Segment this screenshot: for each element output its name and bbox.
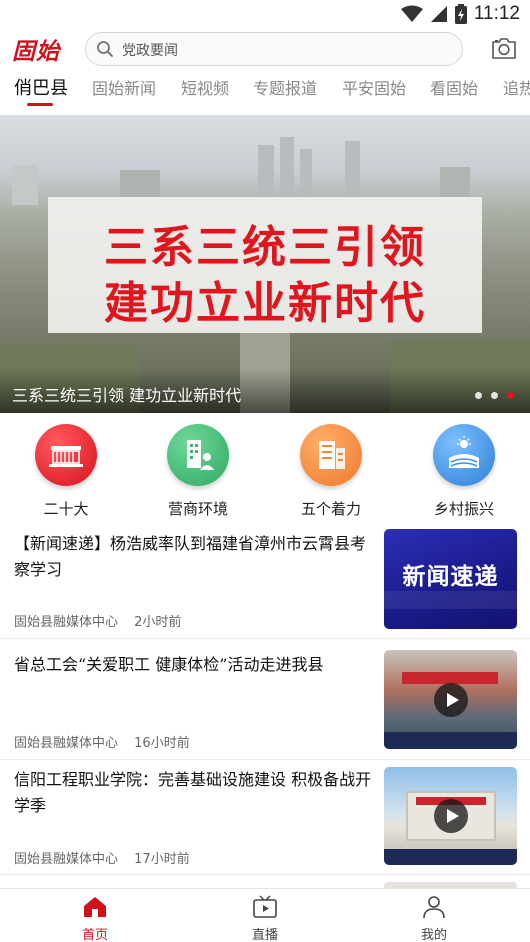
channel-tabs: 俏巴县 固始新闻 短视频 专题报道 平安固始 看固始 追热 <box>0 70 530 114</box>
news-thumbnail: 新闻速递 <box>384 529 517 629</box>
carousel-dot[interactable] <box>475 392 482 399</box>
quick-entry-label: 营商环境 <box>167 500 228 518</box>
news-source: 固始县融媒体中心 <box>14 615 119 630</box>
carousel-dot[interactable] <box>491 392 498 399</box>
quick-entry-label: 二十大 <box>43 500 89 518</box>
thumbnail-text: 新闻速递 <box>402 564 499 590</box>
quick-entries: 二十大 营商环境 五个着力 乡村振兴 <box>0 420 530 524</box>
play-video-icon[interactable] <box>433 682 468 717</box>
news-thumbnail <box>384 767 517 865</box>
poster-line-1: 三系三统三引领 <box>104 222 426 273</box>
nav-home[interactable]: 首页 <box>55 895 135 942</box>
search-bar[interactable]: 党政要闻 <box>85 32 463 66</box>
banner-caption: 三系三统三引领 建功立业新时代 <box>12 386 242 405</box>
tv-icon <box>253 895 277 918</box>
tab-gushi-news[interactable]: 固始新闻 <box>92 75 156 99</box>
nav-label: 直播 <box>251 928 278 942</box>
quick-entry-wugezhuoli[interactable]: 五个着力 <box>291 424 371 519</box>
quick-entry-label: 五个着力 <box>300 500 361 518</box>
nav-live[interactable]: 直播 <box>225 895 305 942</box>
nav-profile[interactable]: 我的 <box>394 895 474 942</box>
news-time: 16小时前 <box>134 736 190 751</box>
quick-entry-label: 乡村振兴 <box>433 500 494 518</box>
banner-carousel[interactable]: 三系三统三引领 建功立业新时代 三系三统三引领 建功立业新时代 <box>0 115 530 413</box>
tab-safe-gushi[interactable]: 平安固始 <box>342 75 406 99</box>
app-header: 固始 党政要闻 <box>0 30 530 68</box>
quick-entry-ershida[interactable]: 二十大 <box>26 424 106 519</box>
home-icon <box>84 897 106 917</box>
news-meta: 固始县融媒体中心 16小时前 <box>14 732 190 751</box>
banner-poster: 三系三统三引领 建功立业新时代 <box>48 197 482 333</box>
news-title: 【新闻速递】杨浩威率队到福建省漳州市云霄县考察学习 <box>14 534 367 579</box>
status-icons: 11:12 <box>400 3 520 25</box>
news-thumbnail <box>384 650 517 749</box>
office-icon <box>300 424 362 486</box>
tab-short-video[interactable]: 短视频 <box>181 75 229 99</box>
business-icon <box>167 424 229 486</box>
news-source: 固始县融媒体中心 <box>14 736 119 751</box>
active-tab-indicator <box>27 103 53 106</box>
user-icon <box>423 896 445 919</box>
poster-line-2: 建功立业新时代 <box>104 278 426 329</box>
news-source: 固始县融媒体中心 <box>14 852 119 867</box>
news-item[interactable]: 信阳工程职业学院：完善基础设施建设 积极备战开学季 固始县融媒体中心 17小时前 <box>0 761 530 875</box>
tab-qiaobaxian[interactable]: 俏巴县 <box>14 74 68 100</box>
status-bar: 11:12 <box>0 0 530 30</box>
quick-entry-rural[interactable]: 乡村振兴 <box>424 424 504 519</box>
wifi-icon <box>400 5 423 22</box>
news-meta: 固始县融媒体中心 2小时前 <box>14 611 181 630</box>
news-time: 2小时前 <box>134 615 182 630</box>
cellular-signal-icon <box>430 6 447 22</box>
tab-hot[interactable]: 追热 <box>503 75 530 99</box>
search-icon <box>97 41 113 57</box>
camera-icon[interactable] <box>490 35 518 61</box>
nav-label: 首页 <box>81 928 108 942</box>
battery-icon <box>454 4 467 24</box>
quick-entry-business[interactable]: 营商环境 <box>158 424 238 519</box>
building-icon <box>35 424 97 486</box>
news-title: 省总工会“关爱职工 健康体检”活动走进我县 <box>14 655 324 674</box>
news-time: 17小时前 <box>134 852 190 867</box>
play-video-icon[interactable] <box>433 799 468 833</box>
tab-special-report[interactable]: 专题报道 <box>253 75 317 99</box>
search-placeholder: 党政要闻 <box>122 43 178 59</box>
status-time: 11:12 <box>473 3 520 24</box>
bottom-navigation: 首页 直播 我的 <box>0 888 530 942</box>
news-title: 信阳工程职业学院：完善基础设施建设 积极备战开学季 <box>14 770 372 815</box>
carousel-dot-active[interactable] <box>507 392 514 399</box>
countryside-icon <box>433 424 495 486</box>
news-item[interactable]: 【新闻速递】杨浩威率队到福建省漳州市云霄县考察学习 固始县融媒体中心 2小时前 … <box>0 527 530 639</box>
tab-watch-gushi[interactable]: 看固始 <box>430 75 478 99</box>
carousel-dots <box>475 392 514 399</box>
news-item[interactable]: 省总工会“关爱职工 健康体检”活动走进我县 固始县融媒体中心 16小时前 <box>0 640 530 760</box>
news-meta: 固始县融媒体中心 17小时前 <box>14 848 190 867</box>
nav-label: 我的 <box>420 928 447 942</box>
app-logo: 固始 <box>12 38 60 65</box>
